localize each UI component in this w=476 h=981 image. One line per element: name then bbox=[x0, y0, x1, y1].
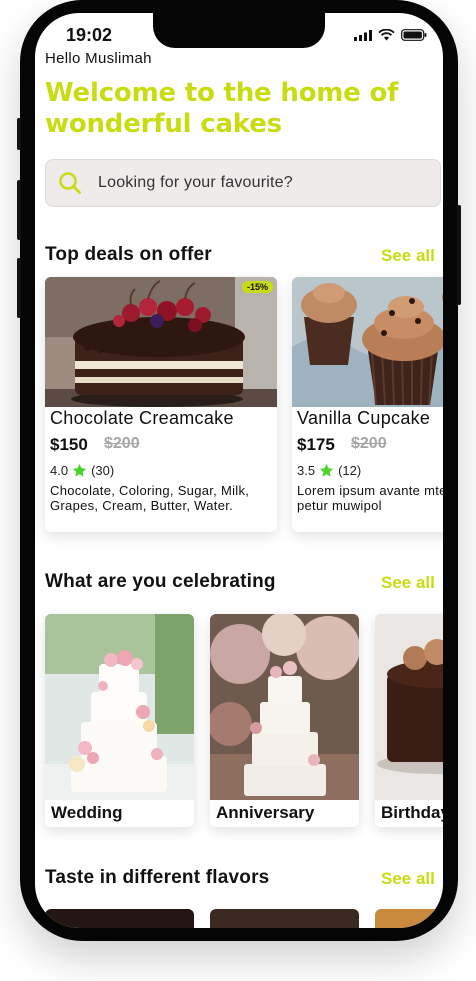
occasion-label: Anniversary bbox=[216, 803, 315, 822]
wedding-cake-image bbox=[45, 614, 194, 800]
battery-icon bbox=[401, 29, 427, 41]
deal-price: $150 bbox=[50, 435, 88, 454]
greeting-text: Hello Muslimah bbox=[45, 50, 152, 67]
deal-name: Chocolate Creamcake bbox=[50, 408, 234, 428]
occasion-label: Birthday bbox=[381, 803, 443, 822]
anniversary-cake-image bbox=[210, 614, 359, 800]
see-all-deals-link[interactable]: See all bbox=[381, 246, 435, 266]
birthday-cake-image bbox=[375, 614, 443, 800]
search-input[interactable]: Looking for your favourite? bbox=[98, 174, 293, 192]
notch bbox=[153, 13, 325, 48]
page-title: Welcome to the home of wonderful cakes bbox=[45, 78, 399, 139]
status-time: 19:02 bbox=[66, 25, 113, 45]
rating-value: 4.0 bbox=[50, 463, 69, 478]
review-count: (12) bbox=[338, 463, 362, 478]
section-title-celebrating: What are you celebrating bbox=[45, 571, 276, 592]
flavor-card[interactable] bbox=[375, 909, 443, 928]
wifi-icon bbox=[378, 29, 395, 41]
side-button bbox=[17, 258, 21, 318]
side-button bbox=[17, 118, 21, 150]
deal-description: Lorem ipsum avante mtewrm viscan petur m… bbox=[297, 483, 443, 513]
star-icon bbox=[319, 463, 334, 477]
see-all-flavors-link[interactable]: See all bbox=[381, 869, 435, 889]
occasion-card-birthday[interactable]: Birthday bbox=[375, 614, 443, 827]
search-bar[interactable]: Looking for your favourite? bbox=[45, 159, 441, 207]
side-button bbox=[457, 205, 461, 305]
status-icons bbox=[354, 29, 427, 41]
deal-card[interactable]: Vanilla Cupcake $175 $200 3.5 (12) Lorem… bbox=[292, 277, 443, 532]
deal-card[interactable]: -15% Chocolate Creamcake $150 $200 4.0 (… bbox=[45, 277, 277, 532]
signal-icon bbox=[354, 29, 372, 41]
flavor-card[interactable] bbox=[210, 909, 359, 928]
deal-price: $175 bbox=[297, 435, 335, 454]
app-screen: 19:02 Hello Muslimah Welcome to the home… bbox=[35, 13, 443, 928]
occasion-label: Wedding bbox=[51, 803, 123, 822]
review-count: (30) bbox=[91, 463, 115, 478]
star-icon bbox=[72, 463, 87, 477]
side-button bbox=[17, 180, 21, 240]
see-all-celebrating-link[interactable]: See all bbox=[381, 573, 435, 593]
chocolate-cake-image bbox=[45, 277, 277, 407]
deal-old-price: $200 bbox=[104, 435, 140, 452]
deal-old-price: $200 bbox=[351, 435, 387, 452]
deal-rating: 3.5 (12) bbox=[297, 463, 361, 478]
deal-rating: 4.0 (30) bbox=[50, 463, 114, 478]
flavor-card[interactable] bbox=[45, 909, 194, 928]
search-icon bbox=[59, 172, 81, 194]
discount-badge: -15% bbox=[241, 281, 273, 293]
cupcake-image bbox=[292, 277, 443, 407]
section-title-deals: Top deals on offer bbox=[45, 244, 212, 265]
occasion-card-anniversary[interactable]: Anniversary bbox=[210, 614, 359, 827]
deal-description: Chocolate, Coloring, Sugar, Milk, Grapes… bbox=[50, 483, 250, 513]
deal-name: Vanilla Cupcake bbox=[297, 408, 431, 428]
rating-value: 3.5 bbox=[297, 463, 316, 478]
section-title-flavors: Taste in different flavors bbox=[45, 867, 270, 888]
occasion-card-wedding[interactable]: Wedding bbox=[45, 614, 194, 827]
